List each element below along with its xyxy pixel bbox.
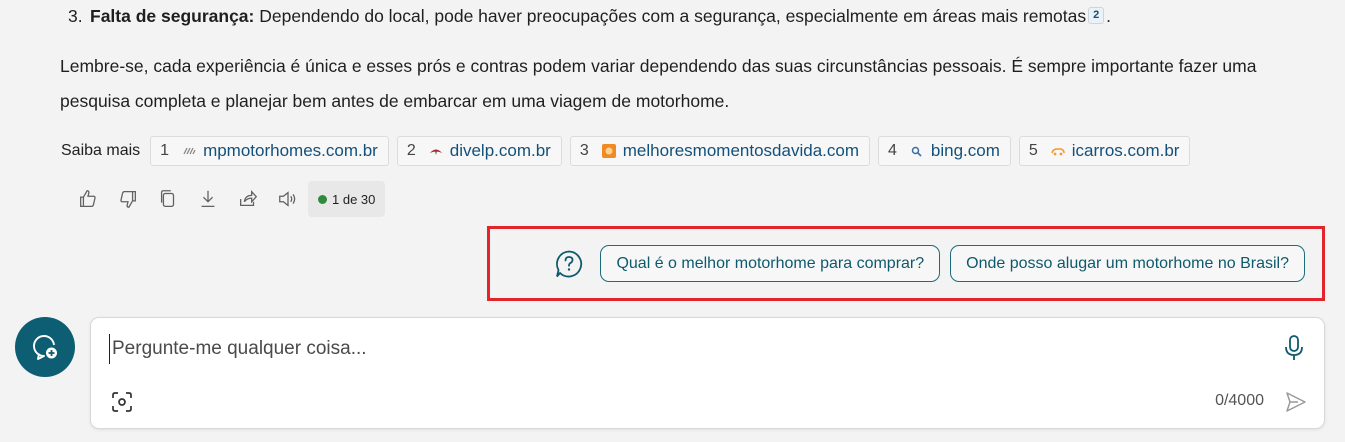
response-counter: 1 de 30 [308, 181, 386, 217]
download-icon[interactable] [188, 181, 228, 217]
search-icon [910, 146, 924, 157]
source-link-4[interactable]: 4 bing.com [877, 136, 1011, 166]
list-item-text: Dependendo do local, pode haver preocupa… [254, 6, 1087, 26]
suggestion-chip-2[interactable]: Onde posso alugar um motorhome no Brasil… [950, 245, 1305, 282]
icarros-logo-icon [1051, 146, 1065, 156]
source-link-2[interactable]: 2 divelp.com.br [396, 136, 562, 166]
thumbs-up-icon[interactable] [68, 181, 108, 217]
suggestion-chip-1[interactable]: Qual é o melhor motorhome para comprar? [600, 245, 941, 282]
copy-icon[interactable] [148, 181, 188, 217]
answer-list-item: 3. Falta de segurança: Dependendo do loca… [68, 4, 1111, 28]
speaker-icon[interactable] [268, 181, 308, 217]
share-icon[interactable] [228, 181, 268, 217]
source-link-1[interactable]: 1 mpmotorhomes.com.br [150, 136, 389, 166]
source-number: 4 [887, 142, 897, 159]
source-number: 5 [1028, 142, 1038, 159]
new-chat-icon [33, 335, 57, 360]
question-bubble-icon [556, 250, 583, 277]
suggested-prompts: Qual é o melhor motorhome para comprar? … [554, 245, 1305, 282]
character-count: 0/4000 [1215, 392, 1264, 409]
source-domain: bing.com [930, 141, 1000, 160]
melhores-logo-icon [601, 144, 616, 158]
thumbs-down-icon[interactable] [108, 181, 148, 217]
message-actions: 1 de 30 [68, 181, 386, 217]
chat-input[interactable] [109, 334, 1259, 364]
visual-search-icon[interactable] [111, 391, 133, 413]
source-domain: divelp.com.br [449, 141, 551, 160]
source-domain: melhoresmomentosdavida.com [622, 141, 859, 160]
chat-composer: 0/4000 [90, 317, 1325, 429]
list-number: 3. [68, 6, 83, 26]
mp-logo-icon [182, 146, 196, 156]
microphone-icon[interactable] [1282, 334, 1306, 362]
source-number: 1 [160, 142, 170, 159]
source-number: 3 [579, 142, 589, 159]
answer-paragraph: Lembre-se, cada experiência é única e es… [60, 56, 1257, 111]
divelp-logo-icon [429, 146, 443, 156]
source-domain: icarros.com.br [1071, 141, 1180, 160]
status-dot [318, 194, 327, 204]
source-link-3[interactable]: 3 melhoresmomentosdavida.com [569, 136, 870, 166]
send-icon[interactable] [1284, 390, 1308, 414]
source-link-5[interactable]: 5 icarros.com.br [1018, 136, 1191, 166]
learn-more-label: Saiba mais [61, 142, 141, 159]
citation-badge[interactable]: 2 [1088, 7, 1105, 24]
counter-text: 1 de 30 [332, 191, 376, 207]
list-item-heading: Falta de segurança: [90, 6, 255, 26]
source-domain: mpmotorhomes.com.br [203, 141, 378, 160]
new-topic-button[interactable] [15, 317, 75, 377]
source-number: 2 [406, 142, 416, 159]
learn-more-bar: Saiba mais 1 mpmotorhomes.com.br 2 divel… [61, 136, 1191, 166]
list-item-end: . [1106, 6, 1111, 26]
